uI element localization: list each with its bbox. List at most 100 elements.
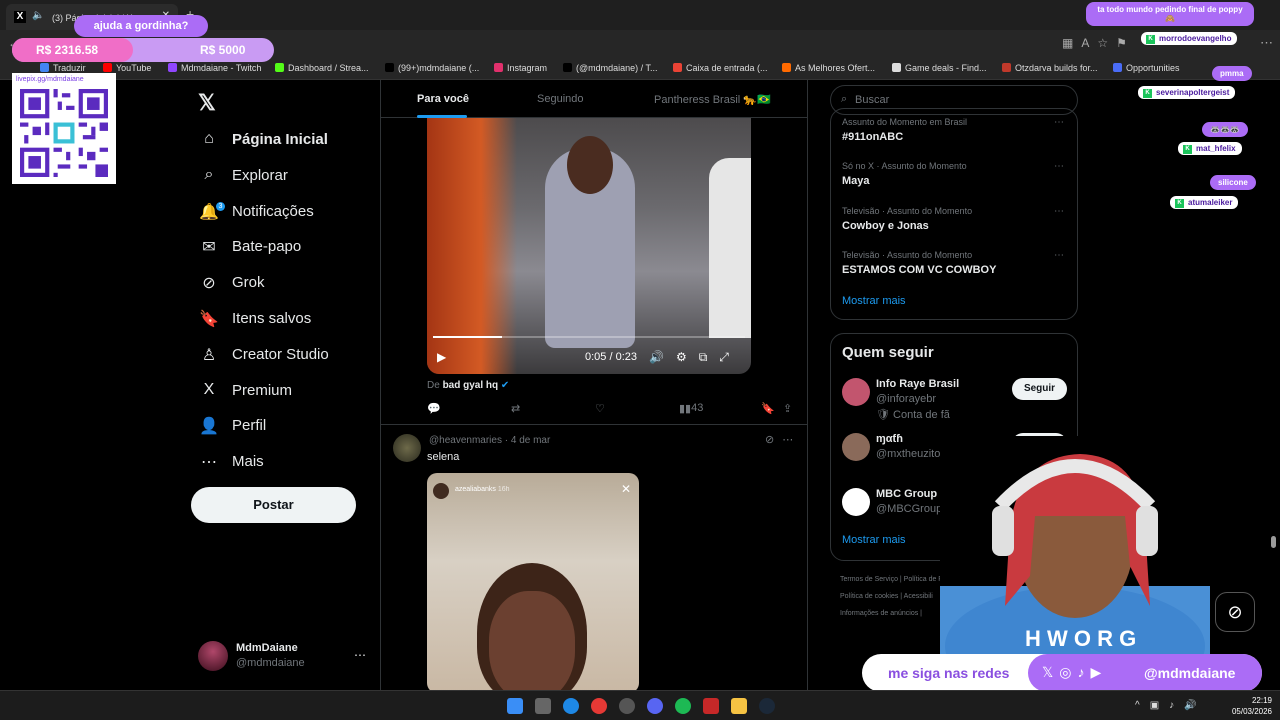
- system-tray-icons[interactable]: ^▣♪🔊: [1135, 700, 1207, 711]
- bookmark-item[interactable]: Game deals - Find...: [892, 63, 987, 73]
- menu-icon[interactable]: ⋯: [1260, 35, 1273, 51]
- story-user-name: azealiabanks: [455, 486, 496, 493]
- scrollbar[interactable]: [1269, 80, 1278, 690]
- follow-name: MBC Group: [876, 488, 938, 500]
- clock[interactable]: 22:19 05/03/2026: [1226, 695, 1272, 717]
- trends-card: Assunto do Momento em Brasil #911onABC ⋯ Só…: [830, 108, 1078, 320]
- file-explorer-icon[interactable]: [731, 698, 747, 714]
- more-icon[interactable]: ⋯: [1054, 117, 1064, 128]
- obs-icon[interactable]: [619, 698, 635, 714]
- tweet-image[interactable]: azealiabanks 16h ✕: [427, 473, 639, 690]
- tweet-header[interactable]: @heavenmaries · 4 de mar: [429, 435, 550, 446]
- creator-studio-icon: ♙: [201, 346, 217, 364]
- trend-meta: Assunto do Momento em Brasil: [842, 117, 968, 127]
- bookmark-favicon-icon: [892, 63, 901, 72]
- nav-item-explore[interactable]: ⌕ Explorar: [196, 161, 376, 191]
- bookmark-item[interactable]: Dashboard / Strea...: [275, 63, 369, 73]
- video-frame-head: [567, 136, 613, 194]
- video-controls-icons[interactable]: 🔊⚙⧉⤢: [649, 350, 741, 365]
- bookmark-favicon-icon: [275, 63, 284, 72]
- like-icon[interactable]: ♡: [595, 402, 605, 415]
- mute-icon[interactable]: 🔈: [32, 10, 44, 21]
- nav-item-more[interactable]: ⋯ Mais: [196, 447, 376, 477]
- tweet-text: selena: [427, 451, 460, 463]
- bookmark-label: Opportunities: [1126, 63, 1180, 73]
- account-switcher[interactable]: MdmDaiane @mdmdaiane ⋯: [198, 640, 374, 674]
- post-button[interactable]: Postar: [191, 487, 356, 523]
- nav-item-notifications[interactable]: 🔔 3 Notificações: [196, 197, 376, 227]
- x-logo-icon[interactable]: 𝕏: [198, 90, 216, 116]
- footer-link[interactable]: Política de cookies | Acessibili: [840, 593, 933, 600]
- footer-link[interactable]: Informações de anúncios |: [840, 610, 922, 617]
- play-icon[interactable]: ▶: [437, 350, 446, 364]
- bookmark-item[interactable]: Mdmdaiane - Twitch: [168, 63, 261, 73]
- follow-button[interactable]: Seguir: [1012, 378, 1067, 400]
- bookmark-item[interactable]: Otzdarva builds for...: [1002, 63, 1098, 73]
- tab-pantheress-brasil[interactable]: Pantheress Brasil 🐆🇧🇷: [654, 93, 771, 106]
- bookmark-icon[interactable]: 🔖: [761, 402, 775, 415]
- nav-item-bookmarks[interactable]: 🔖 Itens salvos: [196, 304, 376, 334]
- nav-item-creator-studio[interactable]: ♙ Creator Studio: [196, 340, 376, 370]
- bookmark-item[interactable]: Opportunities: [1113, 63, 1180, 73]
- share-icon[interactable]: ⇪: [783, 402, 792, 415]
- nav-item-profile[interactable]: 👤 Perfil: [196, 411, 376, 441]
- spotify-icon[interactable]: [675, 698, 691, 714]
- who-to-follow-title: Quem seguir: [842, 344, 934, 361]
- views-count[interactable]: ▮▮ 43: [679, 402, 703, 415]
- reply-icon[interactable]: 💬: [427, 402, 441, 415]
- video-player[interactable]: ▶ 0:05 / 0:23 🔊⚙⧉⤢: [427, 118, 751, 374]
- bookmark-item[interactable]: Traduzir: [40, 63, 86, 73]
- bookmark-item[interactable]: (99+)mdmdaiane (...: [385, 63, 479, 73]
- svg-text:H W O R G: H W O R G: [1025, 626, 1136, 651]
- bookmark-label: Traduzir: [53, 63, 86, 73]
- bookmark-favicon-icon: [494, 63, 503, 72]
- grok-floating-button[interactable]: ⊘: [1215, 592, 1255, 632]
- nav-item-chat[interactable]: ✉ Bate-papo: [196, 232, 376, 262]
- footer-link[interactable]: Termos de Serviço | Política de P: [840, 576, 943, 583]
- scrollbar-thumb[interactable]: [1271, 536, 1276, 548]
- steam-icon[interactable]: [759, 698, 775, 714]
- bookmark-item[interactable]: YouTube: [103, 63, 151, 73]
- video-progress-bar[interactable]: [433, 336, 745, 338]
- x-favicon-icon: X: [14, 11, 26, 23]
- nav-item-premium[interactable]: X Premium: [196, 376, 376, 406]
- bookmark-item[interactable]: Caixa de entrada (...: [673, 63, 768, 73]
- retweet-icon[interactable]: ⇄: [511, 402, 520, 415]
- avatar: [842, 433, 870, 461]
- bookmark-item[interactable]: As Melhores Ofert...: [782, 63, 875, 73]
- more-icon[interactable]: ⋯: [1054, 206, 1064, 217]
- trend-item[interactable]: Assunto do Momento em Brasil #911onABC ⋯: [842, 117, 1067, 153]
- nav-item-home[interactable]: ⌂ Página Inicial: [196, 125, 376, 155]
- source-name[interactable]: bad gyal hq: [443, 380, 499, 391]
- nav-item-label: Bate-papo: [232, 238, 302, 256]
- bookmark-item[interactable]: (@mdmdaiane) / T...: [563, 63, 658, 73]
- tab-for-you[interactable]: Para você: [417, 93, 469, 105]
- chat-username: mat_hfelix: [1178, 142, 1242, 155]
- qr-code-panel: livepix.gg/mdmdaiane: [12, 73, 116, 184]
- avatar: [198, 641, 228, 671]
- avatar[interactable]: [393, 434, 421, 462]
- account-handle: @mdmdaiane: [236, 657, 305, 669]
- trend-item[interactable]: Só no X · Assunto do Momento Maya ⋯: [842, 161, 1067, 197]
- show-more-trends[interactable]: Mostrar mais: [842, 295, 906, 307]
- trend-item[interactable]: Televisão · Assunto do Momento ESTAMOS CO…: [842, 250, 1067, 286]
- nav-item-grok[interactable]: ⊘ Grok: [196, 268, 376, 298]
- edge-icon[interactable]: [563, 698, 579, 714]
- chat-icon: ✉: [202, 239, 216, 257]
- timeline: Para você Seguindo Pantheress Brasil 🐆🇧🇷…: [380, 80, 808, 690]
- app-icon[interactable]: [703, 698, 719, 714]
- bookmark-item[interactable]: Instagram: [494, 63, 547, 73]
- tab-following[interactable]: Seguindo: [537, 93, 584, 105]
- trend-name: Cowboy e Jonas: [842, 219, 929, 232]
- trend-item[interactable]: Televisão · Assunto do Momento Cowboy e J…: [842, 206, 1067, 242]
- discord-icon[interactable]: [647, 698, 663, 714]
- grok-more-icons[interactable]: ⊘⋯: [765, 433, 801, 446]
- opera-icon[interactable]: [591, 698, 607, 714]
- more-icon[interactable]: ⋯: [1054, 161, 1064, 172]
- task-view-icon[interactable]: [535, 698, 551, 714]
- toolbar-icons[interactable]: ▦A☆⚑: [1062, 36, 1135, 50]
- more-icon[interactable]: ⋯: [1054, 250, 1064, 261]
- show-more-who[interactable]: Mostrar mais: [842, 534, 906, 546]
- start-icon[interactable]: [507, 698, 523, 714]
- follow-suggestion[interactable]: Info Raye Brasil @inforayebr 🛡 Conta de fã…: [842, 376, 1067, 421]
